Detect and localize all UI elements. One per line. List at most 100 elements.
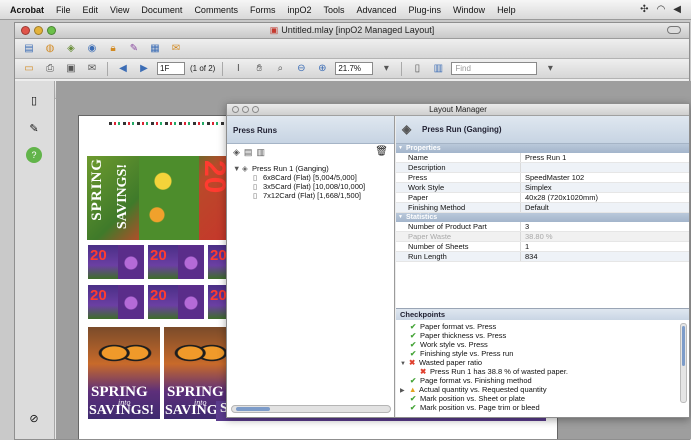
- combine-files-icon[interactable]: ◍: [42, 42, 58, 56]
- menu-tools[interactable]: Tools: [323, 5, 344, 15]
- zoom-out-icon[interactable]: ⊖: [293, 62, 309, 76]
- save-icon[interactable]: ▣: [63, 62, 79, 76]
- card-tile[interactable]: 20: [147, 284, 205, 320]
- collaborate-icon[interactable]: ◉: [84, 42, 100, 56]
- menu-plugins[interactable]: Plug-ins: [409, 5, 442, 15]
- statistic-value: 38.80 %: [525, 232, 553, 241]
- checkpoint-item[interactable]: ✔ Work style vs. Press: [410, 340, 488, 349]
- print-icon[interactable]: ⎙: [42, 62, 58, 76]
- property-value[interactable]: Simplex: [521, 183, 689, 192]
- card-tile[interactable]: 20: [87, 284, 145, 320]
- checkpoint-item[interactable]: ✔ Finishing style vs. Press run: [410, 349, 513, 358]
- create-pdf-icon[interactable]: ▤: [21, 42, 37, 56]
- property-key: Press: [396, 173, 521, 182]
- sign-pen-icon[interactable]: ✎: [126, 42, 142, 56]
- scrollbar-thumb[interactable]: [236, 407, 270, 411]
- pages-panel-icon[interactable]: ▯: [26, 93, 42, 109]
- export-icon[interactable]: ◈: [63, 42, 79, 56]
- checkpoint-item[interactable]: ✔ Page format vs. Finishing method: [410, 376, 532, 385]
- checkpoint-item[interactable]: ✔ Mark position vs. Page trim or bleed: [410, 403, 540, 412]
- next-page-icon[interactable]: ▶: [136, 62, 152, 76]
- forms-icon[interactable]: ▦: [147, 42, 163, 56]
- secure-lock-icon[interactable]: 🔒︎: [105, 42, 121, 56]
- select-tool-icon[interactable]: I: [230, 62, 246, 76]
- property-row[interactable]: Description: [396, 163, 689, 173]
- expand-arrow-icon[interactable]: ▶: [400, 387, 409, 396]
- butterfly-poster[interactable]: SPRING into SAVINGS!: [87, 326, 161, 420]
- attachments-paperclip-icon[interactable]: ⊘: [26, 411, 42, 427]
- zoom-dropdown-icon[interactable]: ▾: [378, 62, 394, 76]
- wifi-icon[interactable]: ◠: [657, 4, 666, 15]
- bluetooth-icon[interactable]: ✣: [640, 4, 648, 15]
- zoom-level-input[interactable]: 21.7%: [335, 62, 374, 75]
- property-value[interactable]: Default: [521, 203, 689, 212]
- tree-item-product-part[interactable]: ▯ 6x8Card (Flat) [5,004/5,000]: [253, 173, 357, 182]
- statistic-key: Number of Sheets: [396, 242, 521, 251]
- properties-icon[interactable]: ▥: [256, 147, 265, 158]
- poster-large[interactable]: SPRING SAVINGS! 20: [87, 156, 235, 240]
- menu-acrobat[interactable]: Acrobat: [10, 5, 44, 15]
- fit-width-icon[interactable]: ▥: [430, 62, 446, 76]
- property-row[interactable]: Paper 40x28 (720x1020mm): [396, 193, 689, 203]
- find-dropdown-icon[interactable]: ▾: [542, 62, 558, 76]
- property-row[interactable]: Press SpeedMaster 102: [396, 173, 689, 183]
- press-runs-horizontal-scrollbar[interactable]: [231, 405, 391, 413]
- menu-comments[interactable]: Comments: [194, 5, 238, 15]
- property-value[interactable]: [521, 163, 689, 172]
- menu-view[interactable]: View: [110, 5, 129, 15]
- statistics-section-header[interactable]: Statistics: [396, 213, 689, 222]
- layout-manager-titlebar[interactable]: Layout Manager: [227, 104, 689, 116]
- find-input[interactable]: Find: [451, 62, 538, 75]
- property-value[interactable]: SpeedMaster 102: [521, 173, 689, 182]
- volume-icon[interactable]: ◀: [673, 4, 681, 15]
- card-tile[interactable]: 20: [87, 244, 145, 280]
- properties-section-header[interactable]: Properties: [396, 144, 689, 153]
- toolbar-toggle-button[interactable]: [667, 26, 681, 34]
- scrollbar-thumb[interactable]: [682, 326, 685, 366]
- menu-window[interactable]: Window: [453, 5, 485, 15]
- menu-advanced[interactable]: Advanced: [357, 5, 397, 15]
- menu-forms[interactable]: Forms: [250, 5, 276, 15]
- checkpoint-detail[interactable]: ✖ Press Run 1 has 38.8 % of wasted paper.: [420, 367, 568, 376]
- property-value[interactable]: 40x28 (720x1020mm): [521, 193, 689, 202]
- card-tile[interactable]: 20: [147, 244, 205, 280]
- menu-file[interactable]: File: [56, 5, 71, 15]
- error-x-icon: ✖: [409, 358, 416, 367]
- property-value[interactable]: Press Run 1: [521, 153, 689, 162]
- collapse-arrow-icon[interactable]: ▼: [400, 360, 409, 369]
- review-comment-icon[interactable]: ✉: [168, 42, 184, 56]
- new-press-run-icon[interactable]: ◈: [233, 147, 240, 158]
- property-row[interactable]: Finishing Method Default: [396, 203, 689, 213]
- window-titlebar[interactable]: ▣ Untitled.mlay [inpO2 Managed Layout]: [15, 23, 689, 39]
- checkpoints-vertical-scrollbar[interactable]: [680, 323, 687, 403]
- expand-arrow-icon[interactable]: ▼: [233, 164, 242, 173]
- previous-page-icon[interactable]: ◀: [115, 62, 131, 76]
- statistic-row: Number of Sheets 1: [396, 242, 689, 252]
- check-icon: ✔: [410, 394, 417, 403]
- zoom-in-icon[interactable]: ⊕: [314, 62, 330, 76]
- tree-item-press-run[interactable]: ▼ ◈ Press Run 1 (Ganging): [233, 164, 329, 173]
- tree-item-product-part[interactable]: ▯ 3x5Card (Flat) [10,008/10,000]: [253, 182, 365, 191]
- email-icon[interactable]: ✉: [84, 62, 100, 76]
- checkpoint-item[interactable]: ✔ Mark position vs. Sheet or plate: [410, 394, 525, 403]
- checkpoint-item[interactable]: ✔ Paper thickness vs. Press: [410, 331, 506, 340]
- checkpoint-item[interactable]: ✔ Paper format vs. Press: [410, 322, 496, 331]
- marquee-zoom-icon[interactable]: ⌕: [272, 62, 288, 76]
- fit-page-icon[interactable]: ▯: [409, 62, 425, 76]
- menu-edit[interactable]: Edit: [83, 5, 99, 15]
- property-key: Paper: [396, 193, 521, 202]
- open-folder-icon[interactable]: ▭: [21, 62, 37, 76]
- hand-tool-icon[interactable]: ✋︎: [251, 62, 267, 76]
- menu-inpo2[interactable]: inpO2: [287, 5, 311, 15]
- menu-help[interactable]: Help: [497, 5, 516, 15]
- menu-document[interactable]: Document: [141, 5, 182, 15]
- page-number-input[interactable]: 1F: [157, 62, 185, 75]
- bookmarks-panel-icon[interactable]: ✎: [26, 121, 42, 137]
- new-product-part-icon[interactable]: ▤: [244, 147, 253, 158]
- tree-item-product-part[interactable]: ▯ 7x12Card (Flat) [1,668/1,500]: [253, 191, 361, 200]
- help-icon[interactable]: ?: [26, 147, 42, 163]
- property-row[interactable]: Work Style Simplex: [396, 183, 689, 193]
- navigation-panel: ▯ ✎ ? ⊘: [15, 81, 55, 439]
- trash-icon[interactable]: 🗑︎: [375, 146, 388, 157]
- property-row[interactable]: Name Press Run 1: [396, 153, 689, 163]
